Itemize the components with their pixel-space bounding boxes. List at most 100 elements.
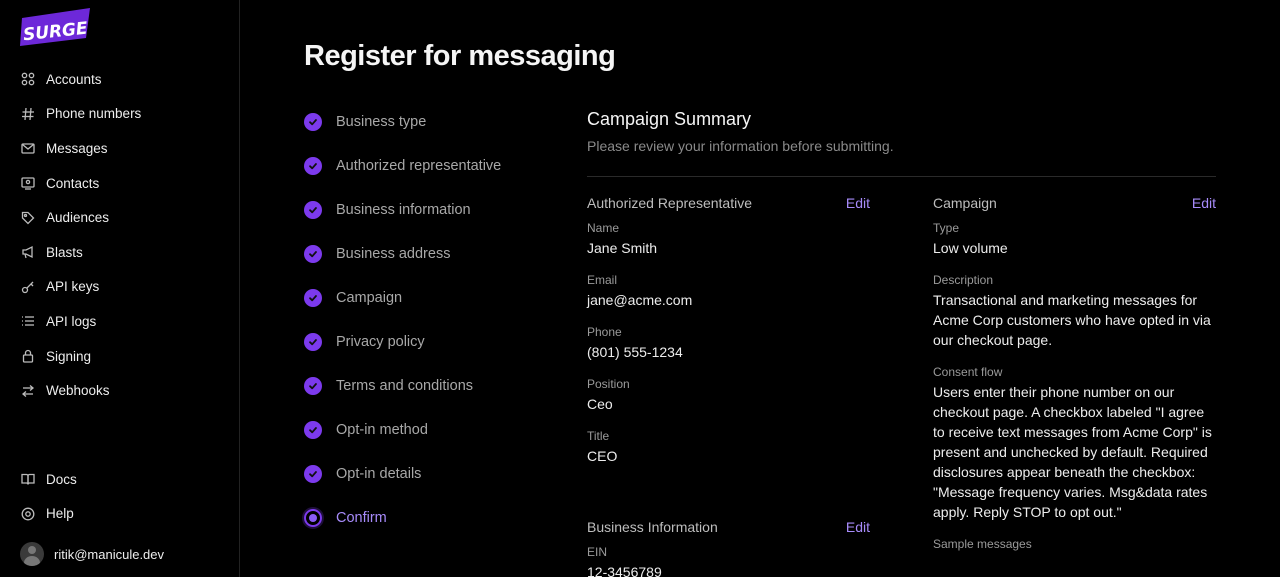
accounts-icon [20,71,36,87]
step-label: Confirm [336,510,387,526]
field-label: Title [587,429,610,443]
nav-label: Messages [46,140,108,156]
step-privacy-policy[interactable]: Privacy policy [304,320,501,364]
field-label: Name [587,221,620,235]
field-name: Name Jane Smith [587,220,870,258]
step-business-information[interactable]: Business information [304,188,501,232]
sidebar-item-phone-numbers[interactable]: Phone numbers [0,97,239,132]
field-type: Type Low volume [933,220,1216,258]
step-authorized-representative[interactable]: Authorized representative [304,144,501,188]
check-icon [304,113,322,131]
step-terms-and-conditions[interactable]: Terms and conditions [304,364,501,408]
sidebar-nav: Accounts Phone numbers Messages Contacts Aud… [0,62,239,408]
field-ein: EIN 12-3456789 [587,544,870,577]
field-label: Type [933,221,960,235]
divider [587,176,1216,177]
field-value: Transactional and marketing messages for… [933,292,1211,348]
field-value: CEO [587,448,618,464]
check-icon [304,289,322,307]
business-info-section: Business Information Edit EIN 12-3456789 [587,518,870,577]
field-consent-flow: Consent flow Users enter their phone numb… [933,364,1216,522]
step-label: Opt-in method [336,422,428,438]
field-label: Description [933,273,994,287]
field-value: Ceo [587,396,613,412]
key-icon [20,279,36,295]
field-label: Phone [587,325,622,339]
tag-icon [20,210,36,226]
sidebar-item-blasts[interactable]: Blasts [0,235,239,270]
webhooks-icon [20,383,36,399]
step-confirm[interactable]: Confirm [304,496,501,540]
sidebar-item-signing[interactable]: Signing [0,339,239,374]
sidebar-bottom-nav: Docs Help [0,462,239,531]
field-list: EIN 12-3456789 [587,544,870,577]
nav-label: API logs [46,313,97,329]
field-label: Sample messages [933,537,1032,551]
nav-label: Signing [46,348,92,364]
field-phone: Phone (801) 555-1234 [587,324,870,362]
step-campaign[interactable]: Campaign [304,276,501,320]
hash-icon [20,106,36,122]
contacts-icon [20,175,36,191]
list-icon [20,313,36,329]
user-email: ritik@manicule.dev [54,546,165,562]
check-icon [304,377,322,395]
field-sample-messages: Sample messages [933,536,1216,552]
step-label: Authorized representative [336,158,502,174]
edit-campaign-link[interactable]: Edit [1192,195,1216,211]
sidebar-item-help[interactable]: Help [0,497,239,532]
nav-label: Contacts [46,175,100,191]
step-business-address[interactable]: Business address [304,232,501,276]
sidebar-item-api-keys[interactable]: API keys [0,270,239,305]
field-label: EIN [587,545,608,559]
edit-authorized-rep-link[interactable]: Edit [846,195,870,211]
sidebar-item-messages[interactable]: Messages [0,131,239,166]
section-heading: Business Information [587,519,718,535]
field-email: Email jane@acme.com [587,272,870,310]
field-list: Name Jane Smith Email jane@acme.com Phone (80… [587,220,870,466]
step-business-type[interactable]: Business type [304,100,501,144]
step-opt-in-details[interactable]: Opt-in details [304,452,501,496]
sidebar-item-accounts[interactable]: Accounts [0,62,239,97]
sidebar-item-audiences[interactable]: Audiences [0,200,239,235]
sidebar-item-docs[interactable]: Docs [0,462,239,497]
surge-logo[interactable]: SURGE [20,8,92,48]
envelope-icon [20,140,36,156]
field-value: 12-3456789 [587,564,662,577]
field-label: Position [587,377,630,391]
current-step-icon [304,509,322,527]
field-value: Jane Smith [587,240,658,256]
check-icon [304,201,322,219]
user-menu[interactable]: ritik@manicule.dev [20,542,164,566]
authorized-rep-section: Authorized Representative Edit Name Jane … [587,194,870,466]
nav-label: Audiences [46,210,110,226]
step-label: Opt-in details [336,466,422,482]
summary-subtitle: Please review your information before su… [587,138,894,154]
sidebar-item-webhooks[interactable]: Webhooks [0,373,239,408]
stepper: Business type Authorized representative Bu… [304,100,501,540]
step-label: Campaign [336,290,403,306]
field-value: jane@acme.com [587,292,693,308]
summary-title: Campaign Summary [587,109,752,129]
field-value: (801) 555-1234 [587,344,683,360]
sidebar-item-api-logs[interactable]: API logs [0,304,239,339]
edit-business-info-link[interactable]: Edit [846,519,870,535]
nav-label: Docs [46,471,77,487]
sidebar-item-contacts[interactable]: Contacts [0,166,239,201]
nav-label: Blasts [46,244,83,260]
sidebar: SURGE Accounts Phone numbers Messages Conta… [0,0,240,577]
avatar [20,542,44,566]
check-icon [304,333,322,351]
step-opt-in-method[interactable]: Opt-in method [304,408,501,452]
field-label: Consent flow [933,365,1003,379]
nav-label: Webhooks [46,383,110,399]
check-icon [304,245,322,263]
field-position: Position Ceo [587,376,870,414]
lock-icon [20,348,36,364]
step-label: Business address [336,246,451,262]
field-label: Email [587,273,618,287]
campaign-section: Campaign Edit Type Low volume Description T… [933,194,1216,552]
field-list: Type Low volume Description Transactional a… [933,220,1216,552]
step-label: Business information [336,202,471,218]
field-title: Title CEO [587,428,870,466]
